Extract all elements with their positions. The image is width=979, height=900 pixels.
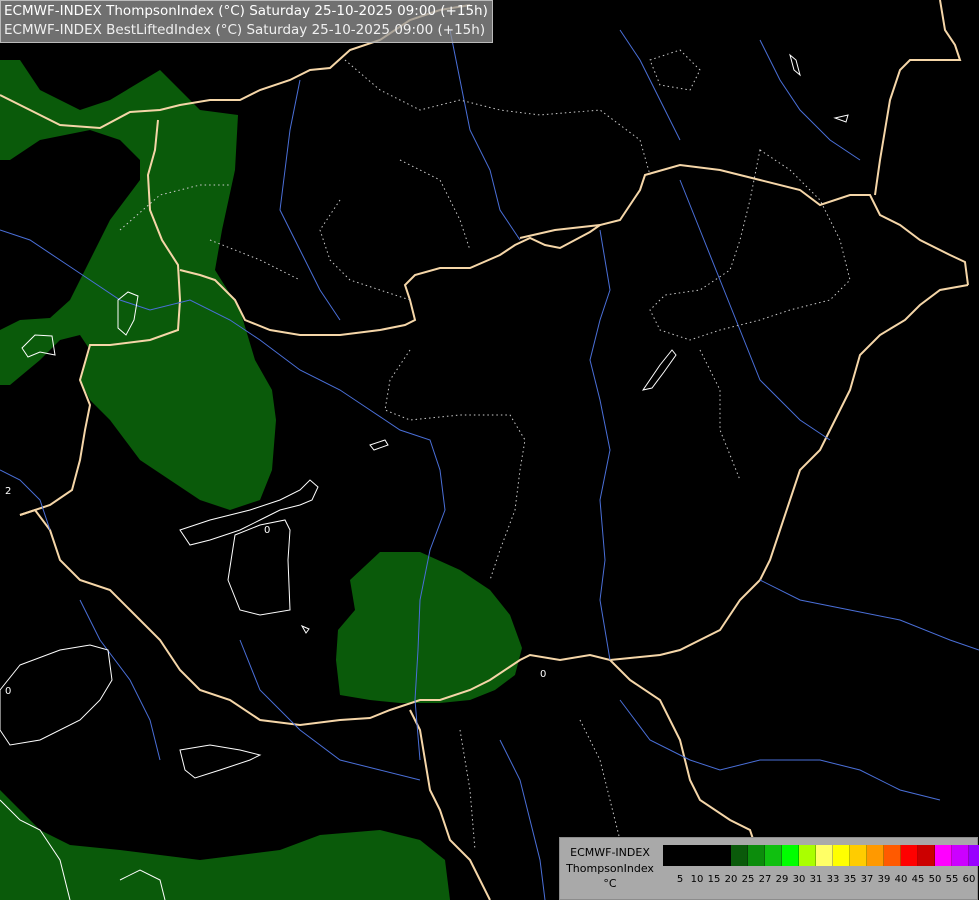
legend-tick-label: 10: [690, 874, 704, 885]
legend-swatch: [901, 845, 918, 866]
legend-swatch: [850, 845, 867, 866]
legend-swatch: [935, 845, 952, 866]
legend-swatch: [680, 845, 697, 866]
legend-tick-label: 5: [676, 874, 684, 885]
legend-tick-label: 15: [707, 874, 721, 885]
legend-tick-label: 29: [775, 874, 789, 885]
weather-map: 0 0 0 2: [0, 0, 979, 900]
legend-ticks: 5 10 15 20 25 27 29 30 31 33 35 37 39 40 45 50 55 60: [663, 874, 977, 888]
map-title-box: ECMWF-INDEX ThompsonIndex (°C) Saturday …: [0, 0, 493, 43]
legend-swatch: [714, 845, 731, 866]
legend-swatch: [697, 845, 714, 866]
legend-swatch: [969, 845, 979, 866]
legend-variable: ThompsonIndex: [566, 862, 654, 875]
legend-swatch: [799, 845, 816, 866]
legend-swatch: [884, 845, 901, 866]
legend-swatch: [782, 845, 799, 866]
legend-tick-label: 30: [792, 874, 806, 885]
legend-tick-label: 35: [843, 874, 857, 885]
legend-swatch: [765, 845, 782, 866]
contour-label-zero: 0: [5, 686, 11, 697]
legend-tick-label: 55: [945, 874, 959, 885]
legend-tick-label: 33: [826, 874, 840, 885]
title-thompson-index: ECMWF-INDEX ThompsonIndex (°C) Saturday …: [4, 3, 488, 19]
legend-swatch: [867, 845, 884, 866]
contour-label-zero: 0: [264, 525, 270, 536]
legend-tick-label: 20: [724, 874, 738, 885]
legend-tick-label: 40: [894, 874, 908, 885]
legend-swatch: [731, 845, 748, 866]
legend-tick-label: 25: [741, 874, 755, 885]
legend-swatches: [663, 845, 979, 866]
legend-swatch: [748, 845, 765, 866]
legend-swatch: [663, 845, 680, 866]
contour-label-two: 2: [5, 486, 11, 497]
legend-swatch: [833, 845, 850, 866]
color-legend: ECMWF-INDEX ThompsonIndex °C 5 10 15 20 25 27…: [559, 837, 979, 900]
legend-swatch: [952, 845, 969, 866]
legend-tick-label: 31: [809, 874, 823, 885]
legend-swatch: [918, 845, 935, 866]
legend-tick-label: 37: [860, 874, 874, 885]
title-best-lifted-index: ECMWF-INDEX BestLiftedIndex (°C) Saturda…: [4, 22, 486, 38]
legend-tick-label: 50: [928, 874, 942, 885]
legend-model: ECMWF-INDEX: [570, 846, 650, 859]
contour-label-zero: 0: [540, 669, 546, 680]
legend-tick-label: 39: [877, 874, 891, 885]
legend-unit: °C: [603, 877, 617, 890]
legend-tick-label: 27: [758, 874, 772, 885]
legend-tick-label: 45: [911, 874, 925, 885]
legend-tick-label: 60: [962, 874, 976, 885]
legend-swatch: [816, 845, 833, 866]
